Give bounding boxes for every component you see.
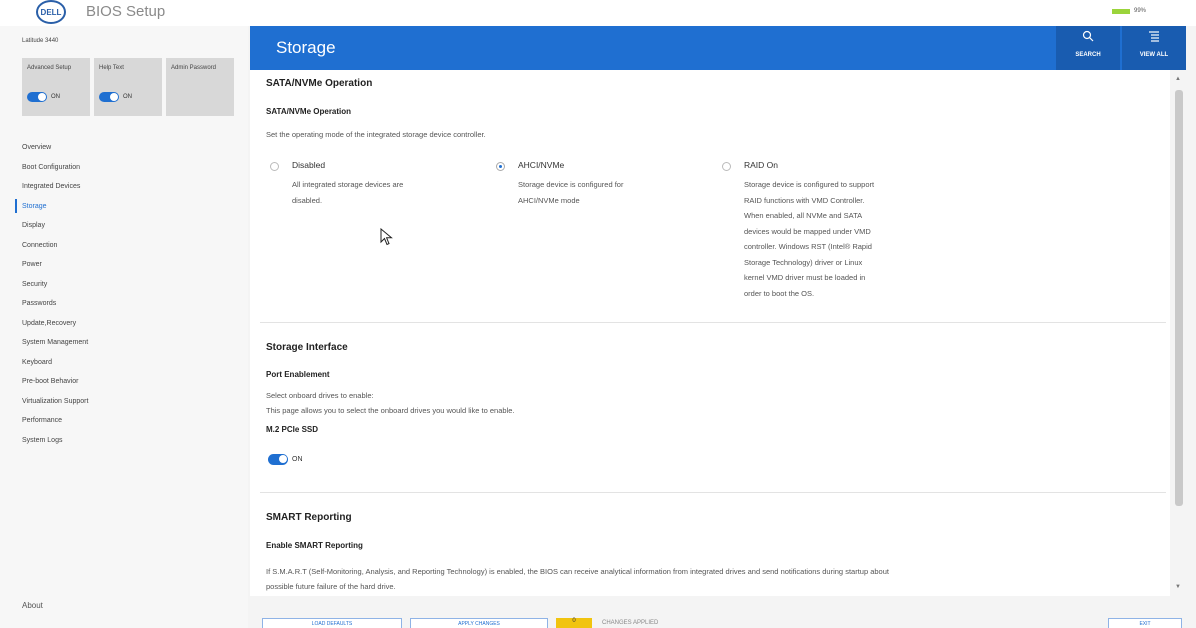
option-description: All integrated storage devices are disab…: [292, 180, 404, 205]
port-enablement-description: Select onboard drives to enable: This pa…: [266, 391, 515, 415]
apply-changes-button[interactable]: APPLY CHANGES: [410, 618, 548, 628]
tile-admin-password[interactable]: Admin Password: [166, 58, 234, 116]
search-button[interactable]: SEARCH: [1056, 26, 1120, 70]
tile-help-text[interactable]: Help Text ON: [94, 58, 162, 116]
sata-subtitle: SATA/NVMe Operation: [266, 107, 352, 116]
exit-button[interactable]: EXIT: [1108, 618, 1182, 628]
sidebar: Latitude 3440 Advanced Setup ON Help Tex…: [0, 26, 248, 628]
sidebar-item-boot-configuration[interactable]: Boot Configuration: [22, 162, 88, 182]
toggle-state: ON: [123, 94, 132, 100]
load-defaults-button[interactable]: LOAD DEFAULTS: [262, 618, 402, 628]
toggle-state: ON: [51, 94, 60, 100]
option-label: RAID On: [744, 160, 779, 170]
dell-logo: DELL: [36, 0, 66, 24]
about-link[interactable]: About: [22, 601, 43, 610]
sidebar-item-update-recovery[interactable]: Update,Recovery: [22, 318, 88, 338]
sata-section-title: SATA/NVMe Operation: [266, 78, 373, 89]
sidebar-item-security[interactable]: Security: [22, 279, 88, 299]
view-all-button[interactable]: VIEW ALL: [1122, 26, 1186, 70]
sidebar-nav: Overview Boot Configuration Integrated D…: [14, 142, 88, 455]
help-text-toggle[interactable]: [99, 92, 119, 102]
battery-icon: [1111, 8, 1130, 14]
radio-disabled[interactable]: [270, 162, 279, 171]
view-all-icon: [1122, 30, 1186, 52]
port-enablement-subtitle: Port Enablement: [266, 370, 330, 379]
page-header: Storage SEARCH VIEW ALL: [250, 26, 1186, 70]
m2-drive-label: M.2 PCIe SSD: [266, 425, 319, 434]
sidebar-item-integrated-devices[interactable]: Integrated Devices: [22, 181, 88, 201]
content-scrollbar[interactable]: ▲ ▼: [1172, 74, 1186, 594]
changes-count-badge: 0: [556, 618, 592, 628]
m2-drive-toggle-row: ON: [268, 454, 303, 465]
storage-interface-title: Storage Interface: [266, 342, 348, 353]
tile-advanced-setup[interactable]: Advanced Setup ON: [22, 58, 90, 116]
section-divider: [260, 322, 1166, 323]
sidebar-item-overview[interactable]: Overview: [22, 142, 88, 162]
advanced-setup-toggle[interactable]: [27, 92, 47, 102]
option-label: Disabled: [292, 160, 326, 170]
search-label: SEARCH: [1075, 52, 1101, 58]
model-name: Latitude 3440: [22, 38, 59, 44]
smart-reporting-title: SMART Reporting: [266, 512, 352, 523]
sidebar-item-pre-boot-behavior[interactable]: Pre-boot Behavior: [22, 376, 88, 396]
option-label: AHCI/NVMe: [518, 160, 565, 170]
sidebar-item-system-management[interactable]: System Management: [22, 337, 88, 357]
section-divider: [260, 492, 1166, 493]
battery-indicator: 99%: [1111, 8, 1146, 14]
sidebar-item-passwords[interactable]: Passwords: [22, 298, 88, 318]
top-bar: DELL BIOS Setup 99%: [0, 0, 1196, 26]
content-panel: SATA/NVMe Operation SATA/NVMe Operation …: [250, 70, 1170, 596]
radio-ahci-nvme[interactable]: [496, 162, 505, 171]
tile-label: Advanced Setup: [27, 65, 72, 71]
view-all-label: VIEW ALL: [1139, 52, 1169, 58]
toggle-state: ON: [292, 456, 303, 463]
scroll-up-icon[interactable]: ▲: [1175, 76, 1181, 82]
sidebar-item-keyboard[interactable]: Keyboard: [22, 357, 88, 377]
page-title: Storage: [276, 38, 336, 57]
sidebar-item-system-logs[interactable]: System Logs: [22, 435, 88, 455]
sidebar-item-performance[interactable]: Performance: [22, 415, 88, 435]
sidebar-item-display[interactable]: Display: [22, 220, 88, 240]
smart-description: If S.M.A.R.T (Self-Monitoring, Analysis,…: [266, 567, 889, 591]
enable-smart-subtitle: Enable SMART Reporting: [266, 541, 363, 550]
mouse-cursor-icon: [380, 228, 393, 246]
sidebar-item-connection[interactable]: Connection: [22, 240, 88, 260]
search-icon: [1056, 30, 1120, 52]
app-title: BIOS Setup: [86, 3, 166, 20]
quick-tiles: Advanced Setup ON Help Text ON Admin Pas…: [22, 58, 234, 116]
radio-raid-on[interactable]: [722, 162, 731, 171]
footer-bar: LOAD DEFAULTS APPLY CHANGES 0 CHANGES AP…: [250, 612, 1186, 628]
changes-status-text: CHANGES APPLIED: [602, 620, 659, 626]
sata-description: Set the operating mode of the integrated…: [266, 130, 486, 139]
battery-percent: 99%: [1133, 8, 1146, 14]
scroll-thumb[interactable]: [1175, 90, 1183, 506]
sidebar-item-power[interactable]: Power: [22, 259, 88, 279]
sidebar-item-storage[interactable]: Storage: [14, 198, 88, 221]
option-description: Storage device is configured to support …: [744, 180, 875, 298]
m2-pcie-ssd-toggle[interactable]: [268, 454, 288, 465]
option-description: Storage device is configured for AHCI/NV…: [518, 180, 624, 205]
scroll-down-icon[interactable]: ▼: [1175, 584, 1181, 590]
tile-label: Admin Password: [171, 65, 217, 71]
sidebar-item-virtualization-support[interactable]: Virtualization Support: [22, 396, 88, 416]
tile-label: Help Text: [99, 65, 124, 71]
